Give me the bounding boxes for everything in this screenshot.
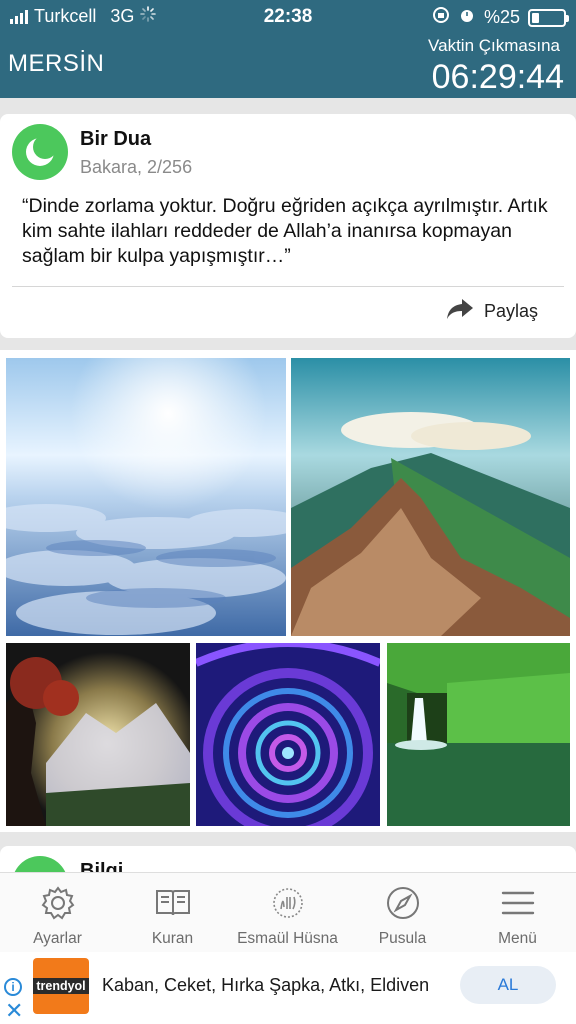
tab-label: Menü bbox=[498, 930, 537, 947]
card-title: Bir Dua bbox=[80, 128, 152, 150]
top-header: Turkcell 3G 22:38 %25 MERSİN Vaktin Çıkm… bbox=[0, 0, 576, 98]
compass-icon bbox=[345, 884, 460, 922]
tab-label: Pusula bbox=[378, 930, 427, 947]
city-name[interactable]: MERSİN bbox=[8, 50, 104, 78]
ad-brand: trendyol bbox=[33, 978, 89, 994]
mountain-image[interactable] bbox=[291, 358, 570, 636]
share-label: Paylaş bbox=[483, 301, 538, 321]
battery-percent: %25 bbox=[483, 7, 520, 27]
calligraphy-icon bbox=[230, 884, 345, 922]
crescent-moon-icon bbox=[12, 124, 68, 180]
remaining-label: Vaktin Çıkmasına bbox=[428, 36, 560, 55]
ad-text: Kaban, Ceket, Hırka Şapka, Atkı, Eldiven bbox=[102, 975, 430, 995]
tab-menu[interactable]: Menü bbox=[460, 884, 575, 948]
tab-ayarlar[interactable]: Ayarlar bbox=[0, 884, 115, 948]
battery-icon bbox=[528, 8, 569, 27]
share-arrow-icon bbox=[446, 298, 474, 325]
share-button[interactable]: Paylaş bbox=[446, 298, 538, 325]
waterfall-image[interactable] bbox=[387, 643, 570, 826]
info-icon[interactable]: i bbox=[4, 978, 22, 996]
tab-pusula[interactable]: Pusula bbox=[345, 884, 460, 948]
clouds-image[interactable] bbox=[6, 358, 286, 636]
book-icon bbox=[115, 884, 230, 922]
status-bar: Turkcell 3G 22:38 %25 bbox=[0, 0, 576, 34]
gear-icon bbox=[0, 884, 115, 922]
ad-cta-button[interactable]: AL bbox=[460, 966, 556, 1004]
card-divider bbox=[12, 286, 564, 287]
close-icon[interactable]: ✕ bbox=[5, 998, 23, 1024]
alarm-icon bbox=[458, 6, 476, 29]
dua-quote: “Dinde zorlama yoktur. Doğru eğriden açı… bbox=[22, 195, 548, 267]
fantasy-tree-image[interactable] bbox=[6, 643, 190, 826]
tab-esmaul-husna[interactable]: Esmaül Hüsna bbox=[230, 884, 345, 948]
rotation-lock-icon bbox=[432, 6, 450, 29]
tab-label: Kuran bbox=[151, 930, 194, 947]
image-gallery bbox=[0, 350, 576, 832]
remaining-time: 06:29:44 bbox=[431, 58, 564, 96]
tab-label: Ayarlar bbox=[33, 930, 82, 947]
trendyol-logo: trendyol bbox=[33, 958, 89, 1014]
mandala-image[interactable] bbox=[196, 643, 380, 826]
card-subtitle: Bakara, 2/256 bbox=[80, 157, 193, 177]
tab-kuran[interactable]: Kuran bbox=[115, 884, 230, 948]
menu-icon bbox=[460, 884, 575, 922]
tab-label: Esmaül Hüsna bbox=[237, 930, 338, 947]
